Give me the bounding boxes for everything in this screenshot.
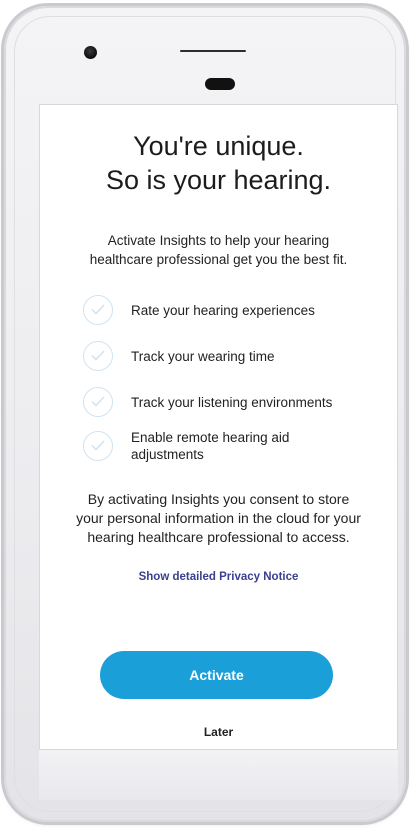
consent-text-line-1: By activating Insights you consent to st… [87,491,350,507]
activate-button[interactable]: Activate [100,651,333,699]
feature-label: Enable remote hearing aid adjustments [131,429,331,463]
feature-label: Track your wearing time [131,349,275,364]
front-camera-icon [84,46,97,59]
feature-label-line-1: Enable remote hearing aid [131,430,290,445]
check-circle-icon [83,387,113,417]
app-screen: You're unique. So is your hearing. Activ… [39,104,398,750]
intro-text: Activate Insights to help your hearing h… [50,231,387,269]
screenshot-stage: You're unique. So is your hearing. Activ… [0,0,411,829]
consent-text-line-2: your personal information in the cloud f… [76,510,361,526]
feature-label: Track your listening environments [131,395,333,410]
page-title-line-1: You're unique. [133,131,304,161]
check-circle-icon [83,295,113,325]
intro-text-line-2: healthcare professional get you the best… [89,252,348,267]
consent-text: By activating Insights you consent to st… [44,490,393,547]
feature-item-track-wearing-time: Track your wearing time [83,341,393,373]
intro-text-line-1: Activate Insights to help your hearing [107,233,330,248]
page-title-line-2: So is your hearing. [105,165,332,195]
phone-earpiece [205,78,235,90]
phone-chin [39,750,398,800]
check-circle-icon [83,341,113,371]
feature-item-remote-adjustments: Enable remote hearing aid adjustments [83,429,393,463]
feature-item-rate-experiences: Rate your hearing experiences [83,295,393,327]
phone-frame: You're unique. So is your hearing. Activ… [4,6,406,822]
consent-text-line-3: hearing healthcare professional to acces… [87,529,350,545]
later-button[interactable]: Later [40,725,397,739]
feature-label: Rate your hearing experiences [131,303,315,318]
check-circle-icon [83,431,113,461]
privacy-notice-link[interactable]: Show detailed Privacy Notice [40,571,397,583]
feature-label-line-2: adjustments [131,447,204,462]
phone-speaker-grille [180,50,246,52]
feature-item-track-environments: Track your listening environments [83,387,393,419]
